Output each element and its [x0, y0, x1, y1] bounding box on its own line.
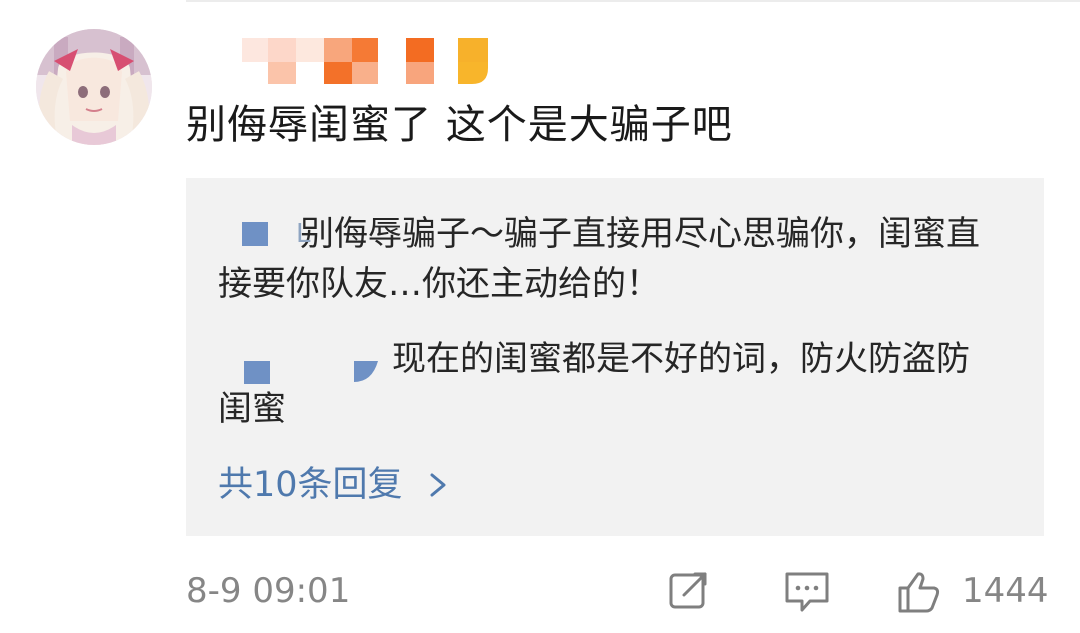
- comment-timestamp: 8-9 09:01: [186, 571, 351, 611]
- replies-panel[interactable]: L 别侮辱骗子～骗子直接用尽心思骗你，闺蜜直接要你队友…你还主动给的！ 现在的闺…: [186, 178, 1044, 536]
- username-redacted[interactable]: [242, 38, 488, 88]
- reply-author-tail: L: [296, 219, 311, 249]
- reply-count-label: 共10条回复: [218, 465, 403, 505]
- view-all-replies-link[interactable]: 共10条回复: [218, 460, 454, 510]
- reply-author-redacted[interactable]: [218, 334, 386, 384]
- reply-author-mosaic-icon: [242, 222, 268, 246]
- reply-item[interactable]: 现在的闺蜜都是不好的词，防火防盗防闺蜜: [218, 334, 988, 434]
- like-icon[interactable]: [892, 566, 942, 616]
- reply-author-redacted[interactable]: L: [218, 209, 311, 259]
- reply-text: 别侮辱骗子～骗子直接用尽心思骗你，闺蜜直接要你队友…你还主动给的！: [218, 214, 980, 304]
- comment-actions: 1444: [666, 566, 1056, 616]
- reply-author-mosaic-icon: [244, 361, 378, 384]
- top-divider: [186, 0, 1080, 2]
- avatar-image: [36, 29, 152, 145]
- avatar[interactable]: [36, 29, 152, 145]
- share-icon[interactable]: [666, 566, 716, 616]
- comment-text: 别侮辱闺蜜了 这个是大骗子吧: [186, 102, 733, 148]
- reply-item[interactable]: L 别侮辱骗子～骗子直接用尽心思骗你，闺蜜直接要你队友…你还主动给的！: [218, 209, 988, 309]
- like-count: 1444: [962, 571, 1049, 611]
- comment-icon[interactable]: [782, 566, 832, 616]
- username-mosaic-icon: [242, 38, 488, 84]
- chevron-right-icon: [424, 460, 454, 510]
